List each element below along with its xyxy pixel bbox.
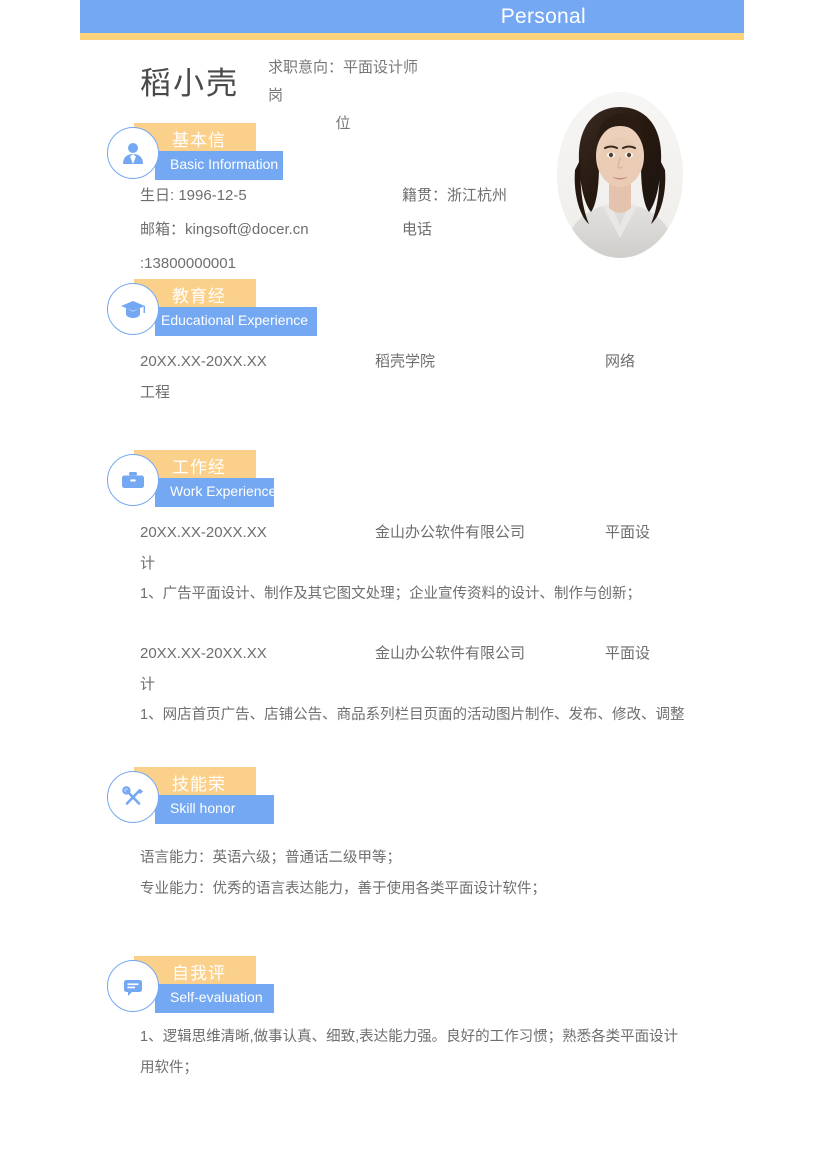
basic-info-body: 生日: 1996-12-5 籍贯：浙江杭州 邮箱：kingsoft@docer.c… xyxy=(140,179,718,281)
section-cn-label: 工作经 xyxy=(172,458,226,477)
work-role: 平面设 xyxy=(605,524,651,541)
skills-line-2: 专业能力：优秀的语言表达能力，善于使用各类平面设计软件； xyxy=(140,881,546,897)
briefcase-icon xyxy=(107,454,159,506)
education-row: 20XX.XX-20XX.XX 稻壳学院 网络 xyxy=(140,346,718,377)
skills-body: 语言能力：英语六级；普通话二级甲等； 专业能力：优秀的语言表达能力，善于使用各类… xyxy=(140,843,718,905)
work-body-1: 20XX.XX-20XX.XX 金山办公软件有限公司 平面设 计 1、广告平面设计、… xyxy=(140,517,718,610)
section-badge: 自我评 Self-evaluation xyxy=(107,956,317,1018)
birthday-value: 生日: 1996-12-5 xyxy=(140,187,247,204)
work-company: 金山办公软件有限公司 xyxy=(375,524,526,541)
section-educational-experience: 教育经 Educational Experience xyxy=(107,279,317,341)
work-company: 金山办公软件有限公司 xyxy=(375,645,526,662)
work-role: 平面设 xyxy=(605,645,651,662)
header-gold-stripe xyxy=(80,33,744,40)
hometown-value: 籍贯：浙江杭州 xyxy=(402,187,508,204)
section-en-label: Work Experience xyxy=(170,483,274,499)
header-title: Personal xyxy=(500,4,586,28)
tools-icon xyxy=(107,771,159,823)
basic-info-row-3: :13800000001 xyxy=(140,247,718,281)
work-date: 20XX.XX-20XX.XX xyxy=(140,645,267,662)
skills-line-1: 语言能力：英语六级；普通话二级甲等； xyxy=(140,850,401,866)
education-school: 稻壳学院 xyxy=(375,353,436,370)
section-en-banner: Skill honor xyxy=(155,795,274,824)
section-basic-information: 基本信 Basic Information xyxy=(107,123,317,185)
work-bullet: 1、广告平面设计、制作及其它图文处理；企业宣传资料的设计、制作与创新； xyxy=(140,586,642,602)
section-badge: 技能荣 Skill honor xyxy=(107,767,317,829)
work-row-2: 20XX.XX-20XX.XX 金山办公软件有限公司 平面设 xyxy=(140,638,718,669)
section-cn-label: 基本信 xyxy=(172,131,226,150)
section-cn-label: 自我评 xyxy=(172,964,226,983)
education-major-wrap: 工程 xyxy=(140,384,171,401)
phone-label: 电话 xyxy=(402,221,433,238)
candidate-name: 稻小壳 xyxy=(140,66,239,102)
self-evaluation-body: 1、逻辑思维清晰,做事认真、细致,表达能力强。良好的工作习惯；熟悉各类平面设计 … xyxy=(140,1022,718,1084)
section-en-banner: Self-evaluation xyxy=(155,984,274,1013)
section-badge: 基本信 Basic Information xyxy=(107,123,317,185)
chat-bubble-icon xyxy=(107,960,159,1012)
section-cn-label: 技能荣 xyxy=(172,775,226,794)
graduation-cap-icon xyxy=(107,283,159,335)
education-body: 20XX.XX-20XX.XX 稻壳学院 网络 工程 xyxy=(140,346,718,408)
work-role-wrap: 计 xyxy=(140,555,156,572)
work-row-1: 20XX.XX-20XX.XX 金山办公软件有限公司 平面设 xyxy=(140,517,718,548)
basic-info-row-2: 邮箱：kingsoft@docer.cn 电话 xyxy=(140,213,718,247)
resume-page: Personal 稻小壳 求职意向：平面设计师岗 位 基本信 Basic Inf… xyxy=(0,0,827,1170)
work-date: 20XX.XX-20XX.XX xyxy=(140,524,267,541)
section-en-label: Educational Experience xyxy=(161,312,309,328)
education-date: 20XX.XX-20XX.XX xyxy=(140,353,267,370)
section-en-label: Skill honor xyxy=(170,800,236,816)
email-value: 邮箱：kingsoft@docer.cn xyxy=(140,221,309,238)
header-blue-bar: Personal xyxy=(80,0,744,33)
education-major: 网络 xyxy=(605,353,636,370)
section-en-label: Basic Information xyxy=(170,156,279,172)
person-icon xyxy=(107,127,159,179)
phone-value: :13800000001 xyxy=(140,255,236,272)
page-header: Personal xyxy=(80,0,744,40)
section-en-banner: Work Experience xyxy=(155,478,274,507)
section-badge: 工作经 Work Experience xyxy=(107,450,317,512)
basic-info-row-1: 生日: 1996-12-5 籍贯：浙江杭州 xyxy=(140,179,718,213)
self-evaluation-line-2: 用软件； xyxy=(140,1060,198,1076)
section-en-banner: Educational Experience xyxy=(155,307,317,336)
self-evaluation-line-1: 1、逻辑思维清晰,做事认真、细致,表达能力强。良好的工作习惯；熟悉各类平面设计 xyxy=(140,1029,679,1045)
section-en-banner: Basic Information xyxy=(155,151,283,180)
section-self-evaluation: 自我评 Self-evaluation xyxy=(107,956,317,1018)
section-cn-label: 教育经 xyxy=(172,287,226,306)
section-en-label: Self-evaluation xyxy=(170,989,263,1005)
job-objective-line1: 求职意向：平面设计师岗 xyxy=(268,59,419,104)
section-work-experience: 工作经 Work Experience xyxy=(107,450,317,512)
work-role-wrap: 计 xyxy=(140,676,156,693)
work-body-2: 20XX.XX-20XX.XX 金山办公软件有限公司 平面设 计 1、网店首页广告、… xyxy=(140,638,718,731)
work-bullet: 1、网店首页广告、店铺公告、商品系列栏目页面的活动图片制作、发布、修改、调整 xyxy=(140,707,685,723)
section-badge: 教育经 Educational Experience xyxy=(107,279,317,341)
section-skill-honor: 技能荣 Skill honor xyxy=(107,767,317,829)
